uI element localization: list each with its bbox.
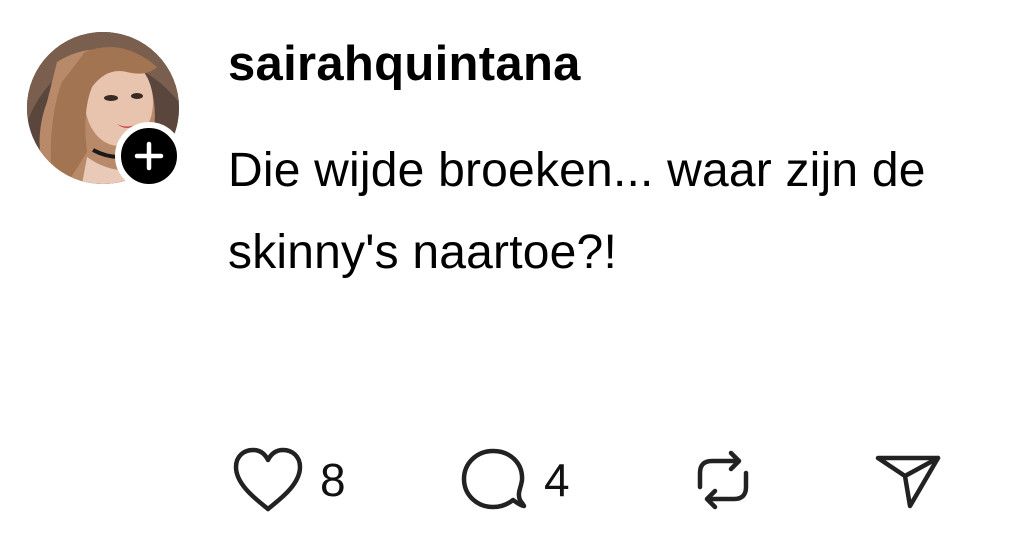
like-button[interactable]: 8 xyxy=(230,440,346,520)
avatar-container xyxy=(27,32,183,190)
repost-icon xyxy=(697,450,749,510)
share-button[interactable] xyxy=(872,440,944,520)
comment-bubble-icon xyxy=(461,448,527,510)
thread-post: sairahquintana Die wijde broeken... waar… xyxy=(0,0,1024,549)
like-count: 8 xyxy=(320,454,346,506)
repost-button[interactable] xyxy=(686,440,760,520)
post-text: Die wijde broeken... waar zijn de skinny… xyxy=(228,144,926,279)
send-icon xyxy=(875,455,941,509)
action-bar: 8 4 xyxy=(0,440,1024,520)
reply-count: 4 xyxy=(544,454,570,506)
reply-button[interactable]: 4 xyxy=(458,440,570,520)
heart-icon xyxy=(233,447,303,512)
plus-icon xyxy=(134,141,164,171)
username[interactable]: sairahquintana xyxy=(228,34,581,94)
follow-button[interactable] xyxy=(115,122,183,190)
